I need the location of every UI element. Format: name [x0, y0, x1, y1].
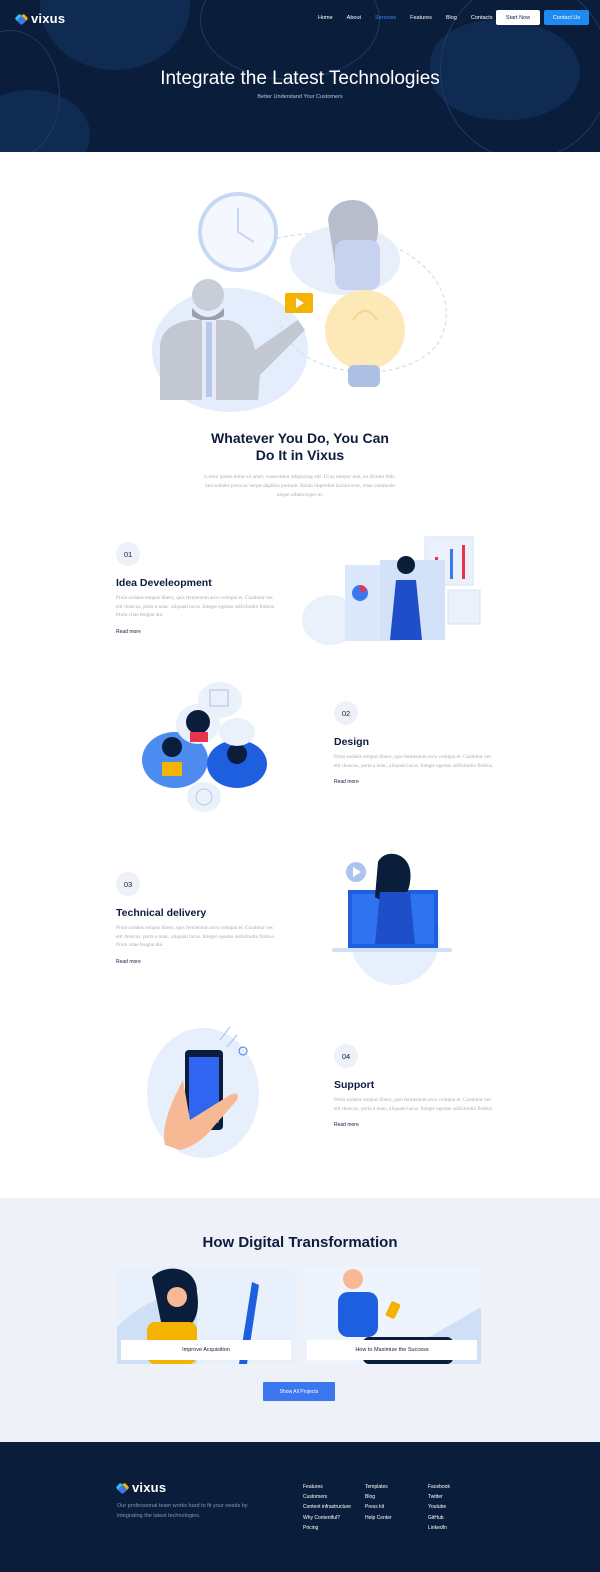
footer-logo[interactable]: vixus [115, 1480, 167, 1495]
footer-column-resources: Templates Blog Press kit Help Center [365, 1482, 392, 1523]
feature-title: Technical delivery [116, 907, 207, 919]
footer-link[interactable]: Why Contentful? [303, 1513, 351, 1523]
footer-link[interactable]: Features [303, 1482, 351, 1492]
man-avatar-icon [227, 744, 247, 764]
footer-link[interactable]: Help Center [365, 1513, 392, 1523]
feature-title: Support [334, 1079, 375, 1091]
nav-features[interactable]: Features [410, 15, 432, 21]
laptop-woman-illustration [332, 853, 452, 985]
footer-link[interactable]: Twitter [428, 1492, 450, 1502]
site-footer: vixus Our professional team works hard t… [0, 1442, 600, 1572]
read-more-link[interactable]: Read more [116, 629, 141, 635]
footer-link[interactable]: Press kit [365, 1502, 392, 1512]
digital-transformation-section: How Digital Transformation Improve Acqui… [0, 1198, 600, 1442]
project-card-acquisition[interactable]: Improve Acquisition [117, 1267, 295, 1364]
feature-text: Proin sodales tempus libero, quis fermen… [116, 595, 276, 619]
feature-design: 02 Design Proin sodales tempus libero, q… [334, 701, 494, 788]
feature-idea-development: 01 Idea Develeopment Proin sodales tempu… [116, 542, 276, 638]
brand-logo[interactable]: vixus [14, 11, 66, 26]
main-nav: Home About Services Features Blog Contac… [318, 15, 507, 21]
read-more-link[interactable]: Read more [334, 1122, 359, 1128]
footer-link[interactable]: GitHub [428, 1513, 450, 1523]
feature-text: Proin sodales tempus libero, quis fermen… [334, 1097, 494, 1112]
intro-title: Whatever You Do, You Can Do It in Vixus [180, 430, 420, 464]
nav-about[interactable]: About [347, 15, 361, 21]
card-label: How to Maximize the Success [307, 1340, 477, 1360]
hero-header: vixus Home About Services Features Blog … [0, 0, 600, 152]
project-card-success[interactable]: How to Maximize the Success [303, 1267, 481, 1364]
footer-link[interactable]: Blog [365, 1492, 392, 1502]
feature-text: Proin sodales tempus libero, quis fermen… [334, 754, 494, 769]
phone-hand-illustration [147, 1026, 259, 1158]
feature-title: Design [334, 736, 370, 748]
hero-subtitle: Better Understand Your Customers [257, 94, 343, 100]
intro-text: Lorem ipsum dolor sit amet, consectetur … [204, 474, 396, 498]
brand-name: vixus [132, 1480, 167, 1495]
footer-link[interactable]: Pricing [303, 1523, 351, 1533]
footer-link[interactable]: Templates [365, 1482, 392, 1492]
analytics-illustration [302, 536, 481, 645]
feature-text: Proin sodales tempus libero, quis fermen… [116, 925, 276, 949]
card-label: Improve Acquisition [121, 1340, 291, 1360]
footer-about-text: Our professional team works hard to fit … [117, 1503, 248, 1519]
footer-link[interactable]: Customers [303, 1492, 351, 1502]
nav-services[interactable]: Services [375, 15, 396, 21]
intro-title-line-1: Whatever You Do, You Can [211, 430, 389, 446]
feature-support: 04 Support Proin sodales tempus libero, … [334, 1044, 494, 1131]
footer-column-product: Features Customers Content infrastructur… [303, 1482, 351, 1533]
contact-us-button[interactable]: Contact Us [544, 10, 589, 25]
feature-number-badge: 03 [116, 872, 140, 896]
lightbulb-icon [325, 290, 405, 370]
start-now-button[interactable]: Start Now [496, 10, 540, 25]
intro-title-line-2: Do It in Vixus [255, 447, 345, 463]
feature-technical-delivery: 03 Technical delivery Proin sodales temp… [116, 872, 276, 968]
feature-number-badge: 01 [116, 542, 140, 566]
brand-name: vixus [31, 11, 66, 26]
nav-home[interactable]: Home [318, 15, 333, 21]
read-more-link[interactable]: Read more [116, 959, 141, 965]
show-all-projects-button[interactable]: Show All Projects [263, 1382, 335, 1401]
man-head-icon [192, 279, 224, 311]
footer-link[interactable]: Content infrastructure [303, 1502, 351, 1512]
team-illustration [152, 192, 447, 412]
footer-column-social: Facebook Twitter Youtube GitHub LinkedIn [428, 1482, 450, 1533]
feature-number-badge: 02 [334, 701, 358, 725]
hero-title: Integrate the Latest Technologies [160, 68, 440, 89]
feature-title: Idea Develeopment [116, 577, 212, 589]
logo-icon [14, 13, 29, 26]
footer-link[interactable]: LinkedIn [428, 1523, 450, 1533]
footer-link[interactable]: Facebook [428, 1482, 450, 1492]
team-chat-illustration [142, 682, 267, 812]
feature-number-badge: 04 [334, 1044, 358, 1068]
section-title: How Digital Transformation [202, 1234, 398, 1251]
nav-blog[interactable]: Blog [446, 15, 457, 21]
read-more-link[interactable]: Read more [334, 779, 359, 785]
logo-icon [115, 1482, 130, 1495]
woman-presenter-icon [397, 556, 415, 574]
woman-avatar-icon [186, 710, 210, 734]
nav-contacts[interactable]: Contacts [471, 15, 493, 21]
footer-link[interactable]: Youtube [428, 1502, 450, 1512]
